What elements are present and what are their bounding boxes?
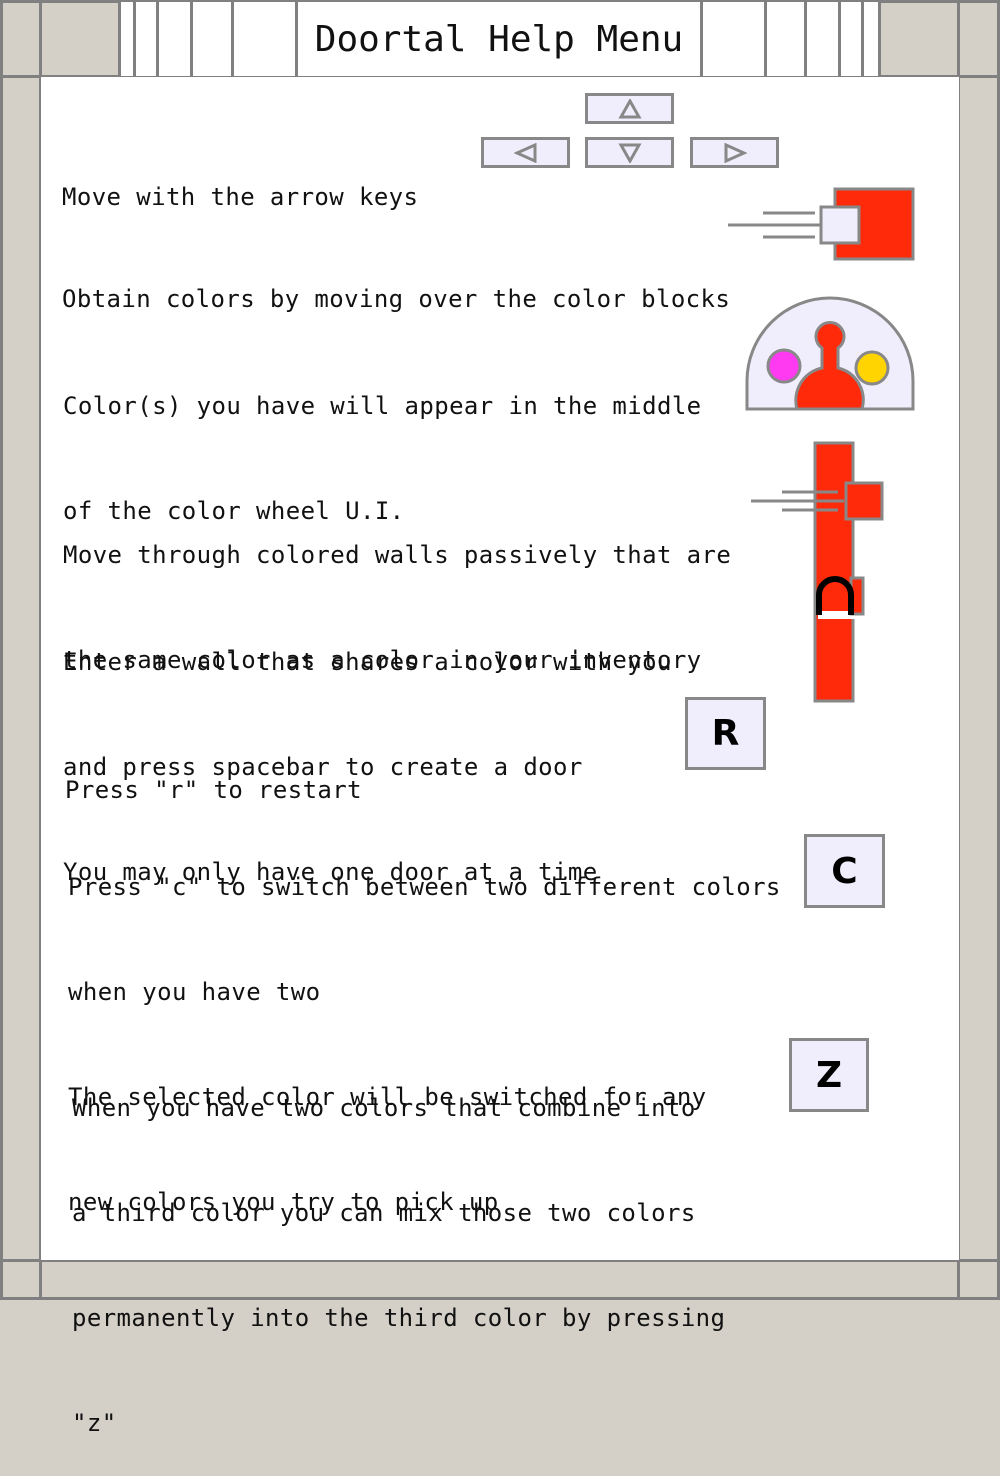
stripe: [838, 2, 841, 76]
instruction-mix: When you have two colors that combine in…: [72, 1094, 726, 1437]
stripe: [118, 2, 121, 76]
stripe: [804, 2, 807, 76]
stripe: [861, 2, 864, 76]
header-stripe-left: [118, 2, 295, 76]
arrow-up-key: [585, 93, 674, 124]
arrow-right-key: [690, 137, 779, 168]
arrow-left-icon: [513, 142, 536, 163]
page-title: Doortal Help Menu: [295, 2, 703, 76]
stripe: [764, 2, 767, 76]
stripe: [156, 2, 159, 76]
stripe: [878, 2, 881, 76]
frame-left-outer: [0, 0, 3, 1300]
header-stripe-right: [703, 2, 881, 76]
stripe: [231, 2, 234, 76]
switch-color-key: C: [804, 834, 885, 908]
arrow-left-key: [481, 137, 570, 168]
arrow-down-key: [585, 137, 674, 168]
mix-color-key: Z: [789, 1038, 869, 1112]
color-block-pickup-illustration: [728, 187, 915, 261]
arrow-down-icon: [617, 143, 642, 163]
arrow-right-icon: [724, 142, 747, 163]
colored-wall-door-illustration: [751, 441, 884, 703]
stripe: [190, 2, 193, 76]
arrow-up-icon: [617, 98, 642, 118]
restart-key: R: [685, 697, 766, 770]
color-wheel-icon: [745, 296, 915, 411]
stripe: [133, 2, 136, 76]
